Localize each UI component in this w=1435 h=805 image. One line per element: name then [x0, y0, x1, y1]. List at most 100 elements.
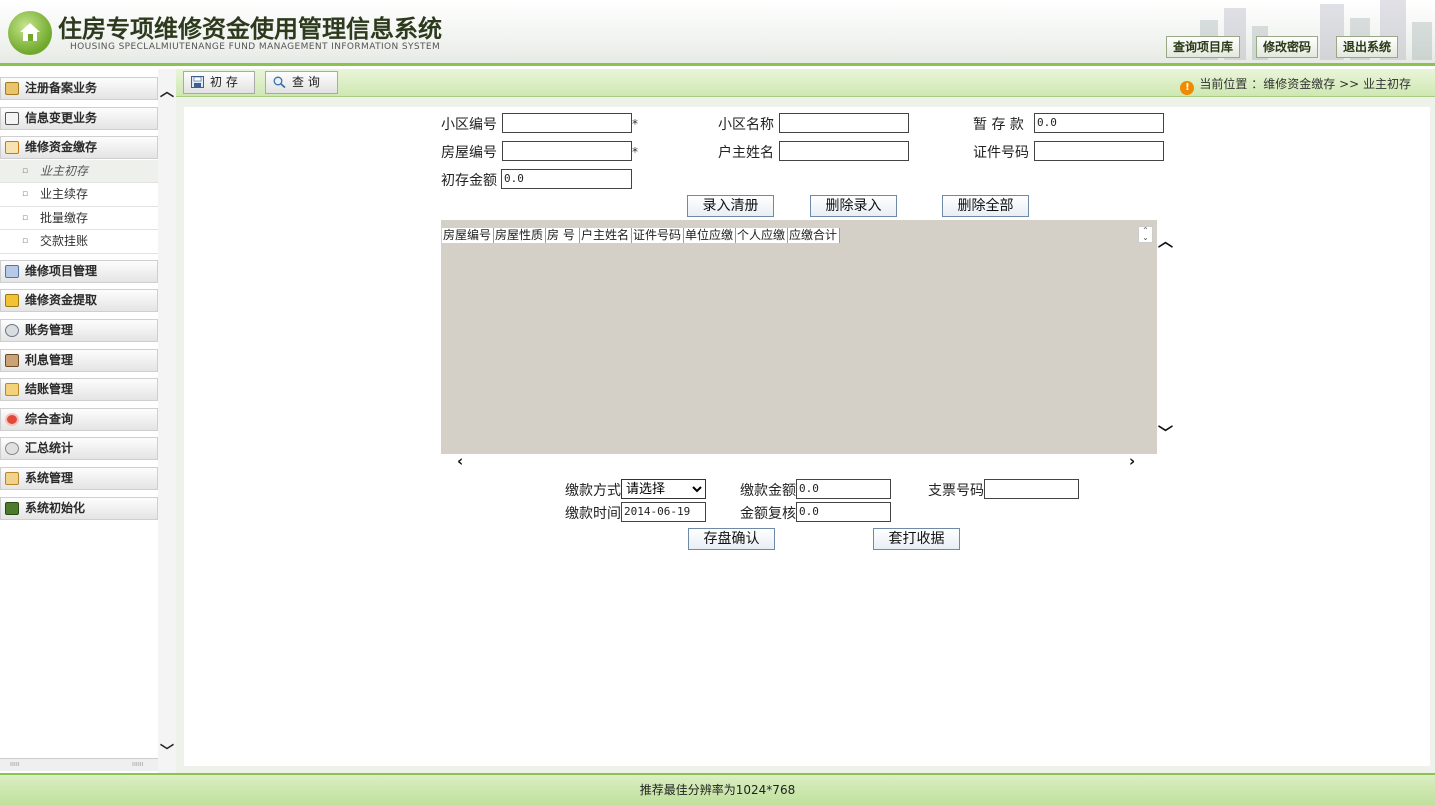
chevron-right-icon[interactable]: ›: [1129, 452, 1135, 470]
logout-button[interactable]: 退出系统: [1336, 36, 1399, 58]
menu-item-init[interactable]: 系统初始化: [0, 496, 158, 520]
grip-icon: ıııııı: [132, 760, 144, 768]
sub-item-owner-initial[interactable]: 业主初存: [0, 159, 158, 184]
temp-deposit-label: 暂 存 款: [973, 117, 1024, 133]
toolbar: 初 存 查 询 ! 当前位置 ：维修资金缴存 >> 业主初存: [176, 69, 1435, 97]
required-mark: *: [632, 145, 638, 159]
footer: 推荐最佳分辨率为1024*768: [0, 773, 1435, 805]
amount-review-label: 金额复核: [740, 506, 796, 522]
community-name-input[interactable]: [779, 113, 909, 133]
change-password-button[interactable]: 修改密码: [1256, 36, 1319, 58]
withdraw-icon: [5, 294, 19, 308]
payment-method-select[interactable]: 请选择: [621, 479, 706, 499]
owner-name-input[interactable]: [779, 141, 909, 161]
chevron-left-icon[interactable]: ‹: [457, 452, 463, 470]
breadcrumb-label: 当前位置 ：: [1199, 77, 1264, 91]
sidebar-menu: 注册备案业务 信息变更业务 维修资金缴存 业主初存 业主续存 批量缴存 交款挂账…: [0, 77, 158, 526]
menu-item-info-change[interactable]: 信息变更业务: [0, 106, 158, 130]
house-code-label: 房屋编号: [441, 145, 497, 161]
statistics-icon: [5, 442, 19, 456]
payment-time-label: 缴款时间: [565, 506, 621, 522]
menu-item-accounting[interactable]: 账务管理: [0, 318, 158, 342]
menu-item-project[interactable]: 维修项目管理: [0, 259, 158, 283]
sub-item-payment-hold[interactable]: 交款挂账: [0, 230, 158, 254]
search-icon: [273, 76, 286, 88]
interest-icon: [5, 353, 19, 367]
menu-item-register[interactable]: 注册备案业务: [0, 77, 158, 100]
payment-amount-input[interactable]: 0.0: [796, 479, 891, 499]
community-name-label: 小区名称: [718, 117, 774, 133]
house-logo-icon: [8, 11, 52, 55]
delete-all-button[interactable]: 删除全部: [942, 195, 1029, 217]
accounting-icon: [5, 323, 19, 337]
project-icon: [5, 264, 19, 278]
grid-header-cell[interactable]: 证件号码: [632, 228, 684, 243]
required-mark: *: [632, 117, 638, 131]
warning-icon: !: [1180, 81, 1195, 95]
app-header: 住房专项维修资金使用管理信息系统 HOUSING SPECLALMIUTENAN…: [0, 0, 1435, 66]
init-amount-label: 初存金额: [441, 173, 497, 189]
save-confirm-button[interactable]: 存盘确认: [688, 528, 775, 550]
id-number-input[interactable]: [1034, 141, 1164, 161]
cheque-number-label: 支票号码: [928, 483, 984, 499]
grid-header-cell[interactable]: 房屋性质: [494, 228, 546, 243]
menu-item-deposit[interactable]: 维修资金缴存: [0, 136, 158, 160]
payment-time-input[interactable]: 2014-06-19: [621, 502, 706, 522]
community-code-input[interactable]: [502, 113, 632, 133]
chevron-down-icon[interactable]: ﹀: [160, 741, 174, 761]
initial-deposit-button[interactable]: 初 存: [183, 71, 255, 94]
delete-entry-button[interactable]: 删除录入: [810, 195, 897, 217]
sidebar-horizontal-scrollbar[interactable]: ııııı ıııııı: [0, 758, 158, 771]
grid-header-cell[interactable]: 房屋编号: [442, 228, 494, 243]
deposit-icon: [5, 141, 19, 155]
temp-deposit-input[interactable]: 0.0: [1034, 113, 1164, 133]
chevron-down-icon[interactable]: ﹀: [1158, 422, 1173, 443]
house-code-input[interactable]: [502, 141, 632, 161]
grid-vertical-scrollbar[interactable]: ︿ ﹀: [1157, 220, 1174, 454]
app-title: 住房专项维修资金使用管理信息系统: [58, 15, 442, 43]
query-icon: [5, 412, 19, 426]
menu-item-statistics[interactable]: 汇总统计: [0, 437, 158, 461]
grid-header-cell[interactable]: 单位应缴: [684, 228, 736, 243]
grid-horizontal-scrollbar[interactable]: ‹ ›: [441, 452, 1174, 471]
settlement-icon: [5, 383, 19, 397]
print-receipt-button[interactable]: 套打收据: [873, 528, 960, 550]
menu-item-system[interactable]: 系统管理: [0, 466, 158, 490]
register-icon: [5, 82, 19, 95]
owner-name-label: 户主姓名: [718, 145, 774, 161]
chevron-up-icon[interactable]: ︿: [1158, 230, 1173, 251]
community-code-label: 小区编号: [441, 117, 497, 133]
grid-header-cell[interactable]: 户主姓名: [580, 228, 632, 243]
grid-header-cell[interactable]: 个人应缴: [736, 228, 788, 243]
grid-header-cell[interactable]: 应缴合计: [788, 228, 840, 243]
enter-list-button[interactable]: 录入清册: [687, 195, 774, 217]
menu-item-settlement[interactable]: 结账管理: [0, 378, 158, 402]
sidebar-vertical-scrollbar[interactable]: ︿ ﹀: [158, 69, 176, 773]
chevron-up-icon[interactable]: ︿: [160, 81, 174, 101]
init-icon: [5, 501, 19, 515]
id-number-label: 证件号码: [973, 145, 1029, 161]
amount-review-input[interactable]: 0.0: [796, 502, 891, 522]
payment-method-label: 缴款方式: [565, 483, 621, 499]
sub-item-batch-deposit[interactable]: 批量缴存: [0, 207, 158, 231]
app-subtitle: HOUSING SPECLALMIUTENANGE FUND MANAGEMEN…: [70, 42, 441, 52]
entry-grid: 房屋编号 房屋性质 房 号 户主姓名 证件号码 单位应缴 个人应缴 应缴合计 ⌃…: [441, 220, 1174, 471]
sub-item-owner-continue[interactable]: 业主续存: [0, 183, 158, 207]
menu-item-interest[interactable]: 利息管理: [0, 348, 158, 372]
grip-icon: ııııı: [10, 760, 20, 768]
query-button[interactable]: 查 询: [265, 71, 338, 94]
menu-item-withdraw[interactable]: 维修资金提取: [0, 289, 158, 313]
deposit-submenu: 业主初存 业主续存 批量缴存 交款挂账: [0, 159, 158, 254]
grid-body[interactable]: 房屋编号 房屋性质 房 号 户主姓名 证件号码 单位应缴 个人应缴 应缴合计 ⌃…: [441, 220, 1157, 454]
init-amount-input[interactable]: 0.0: [501, 169, 632, 189]
save-icon: [191, 76, 204, 88]
sidebar: 注册备案业务 信息变更业务 维修资金缴存 业主初存 业主续存 批量缴存 交款挂账…: [0, 69, 176, 773]
grid-spinner-control[interactable]: ⌃ ⌄: [1138, 226, 1153, 243]
cheque-number-input[interactable]: [984, 479, 1079, 499]
query-project-button[interactable]: 查询项目库: [1166, 36, 1241, 58]
breadcrumb-path: 维修资金缴存 >> 业主初存: [1263, 77, 1411, 91]
menu-item-query[interactable]: 综合查询: [0, 407, 158, 431]
grid-header-cell[interactable]: 房 号: [546, 228, 580, 243]
payment-amount-label: 缴款金额: [740, 483, 796, 499]
breadcrumb: ! 当前位置 ：维修资金缴存 >> 业主初存: [1180, 75, 1411, 95]
